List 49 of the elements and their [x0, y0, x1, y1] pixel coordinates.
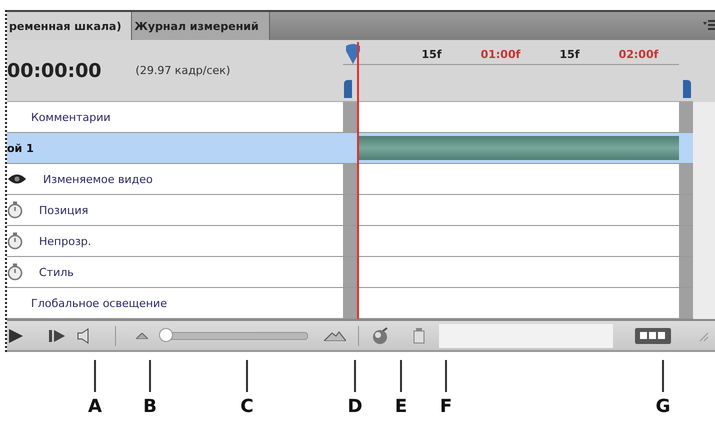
- callout-letter: E: [394, 396, 408, 417]
- callout-letter: C: [240, 396, 254, 417]
- panel-menu-icon[interactable]: [703, 20, 715, 30]
- step-forward-icon[interactable]: [49, 330, 65, 342]
- trash-icon[interactable]: [413, 328, 425, 344]
- work-area-start-icon[interactable]: [344, 80, 352, 98]
- speaker-icon[interactable]: [77, 328, 89, 344]
- stopwatch-icon[interactable]: [7, 201, 23, 219]
- row-label: Стиль: [39, 266, 74, 278]
- row-label: Изменяемое видео: [43, 172, 153, 186]
- leader-line: [400, 360, 402, 392]
- layer-clip[interactable]: [357, 136, 679, 160]
- sphere-icon[interactable]: [371, 326, 389, 344]
- leader-line: [149, 360, 151, 392]
- large-mountain-icon[interactable]: [324, 330, 346, 340]
- gutter-header: [693, 40, 715, 102]
- small-mountain-icon[interactable]: [136, 332, 148, 338]
- callout-letter: F: [440, 396, 452, 417]
- play-icon[interactable]: [9, 328, 23, 342]
- leader-line: [445, 360, 447, 392]
- callout-letter: B: [143, 396, 157, 417]
- row-label: Комментарии: [31, 110, 111, 124]
- callout-letter: D: [348, 396, 362, 417]
- row-label: Позиция: [39, 204, 88, 216]
- stopwatch-icon[interactable]: [7, 263, 23, 281]
- resize-grip-icon[interactable]: [697, 330, 709, 342]
- toolbar-field[interactable]: [439, 324, 613, 348]
- ruler-label: 02:00f: [618, 48, 660, 61]
- ruler-label: 01:00f: [480, 48, 522, 61]
- frame-rate: (29.97 кадр/сек): [136, 64, 230, 77]
- time-ruler[interactable]: 15f 01:00f 15f 02:00f: [343, 40, 693, 102]
- row-label: ой 1: [7, 142, 34, 154]
- leader-line: [246, 360, 248, 392]
- row-label: Глобальное освещение: [31, 296, 167, 310]
- layer-row[interactable]: ой 1: [7, 133, 343, 164]
- leader-line: [354, 360, 356, 392]
- timecode: 00:00:00: [7, 60, 102, 82]
- stopwatch-icon[interactable]: [7, 232, 23, 250]
- panel-tab[interactable]: ременная шкала): [7, 12, 132, 40]
- row-label: Непрозр.: [39, 234, 92, 248]
- callout-letter: G: [656, 396, 670, 417]
- leader-line: [662, 360, 664, 392]
- eye-icon[interactable]: [7, 173, 27, 185]
- frames-button-icon[interactable]: [635, 328, 671, 344]
- ruler-label: 15f: [420, 48, 443, 61]
- panel-tab[interactable]: Журнал измерений: [132, 12, 270, 40]
- callout-letter: A: [88, 396, 102, 417]
- leader-line: [94, 360, 96, 392]
- ruler-label: 15f: [558, 48, 581, 61]
